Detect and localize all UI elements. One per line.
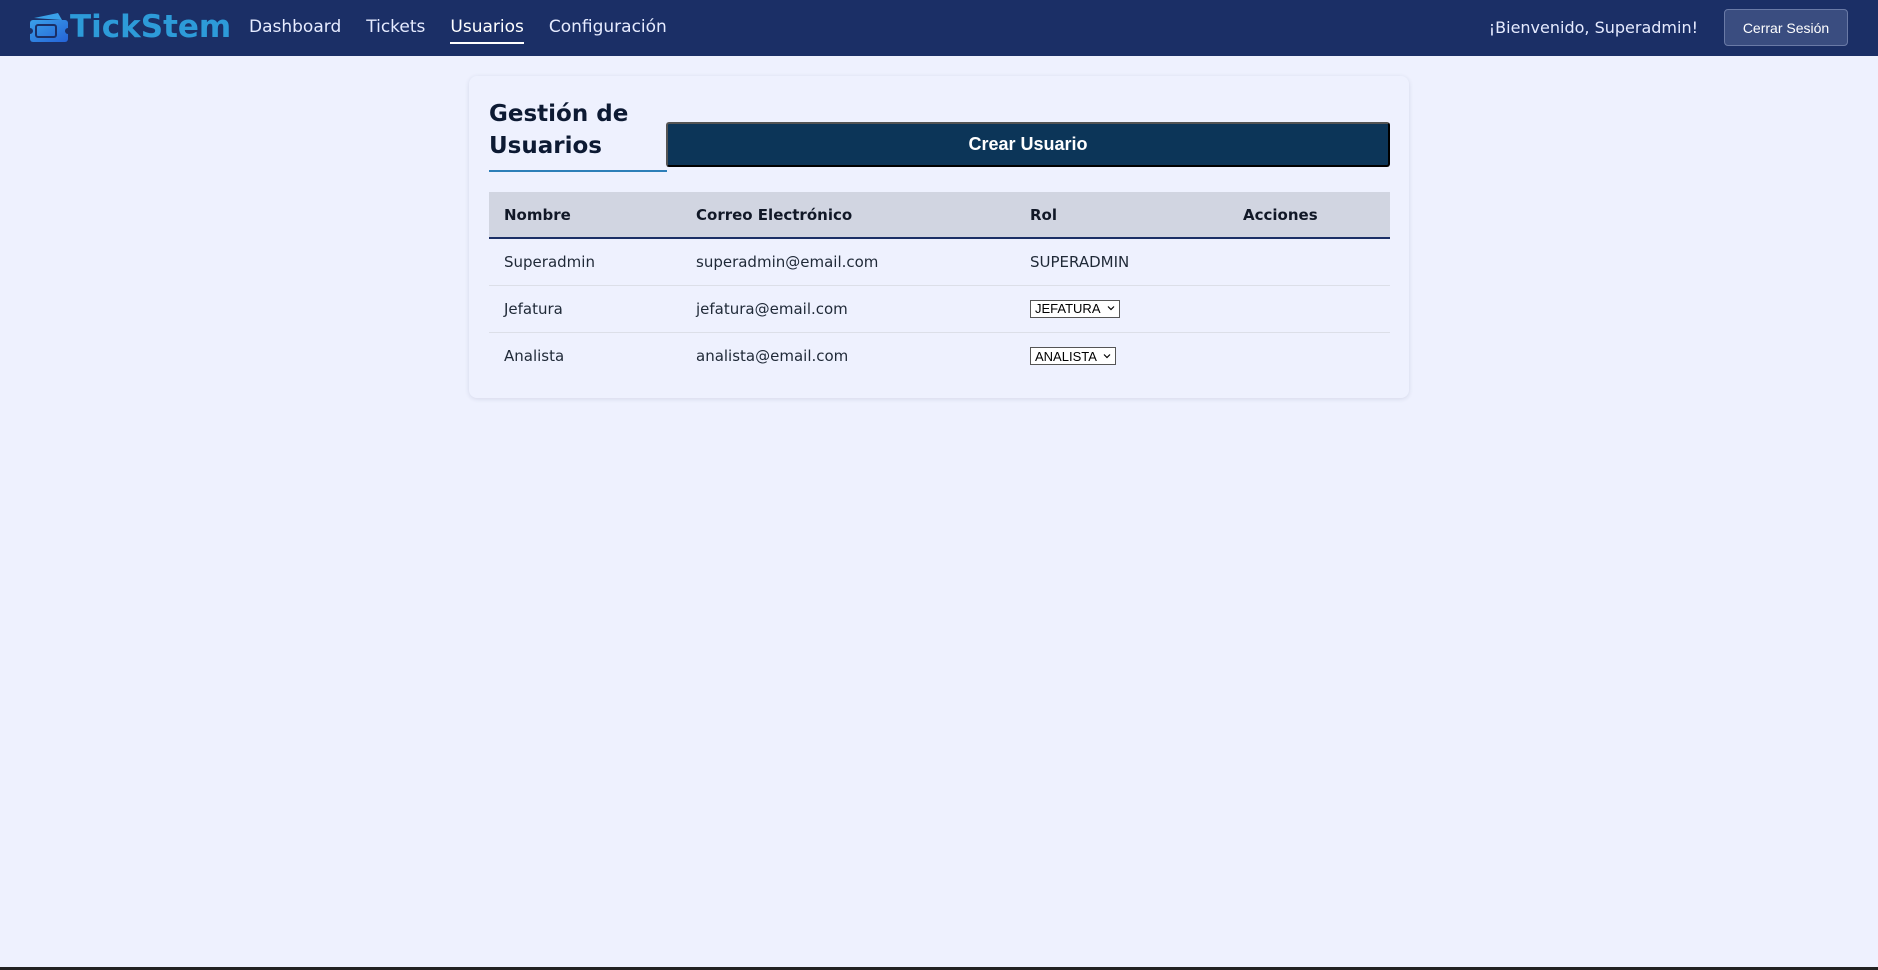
logo-text: TickStem — [70, 9, 232, 45]
column-header-actions: Acciones — [1228, 192, 1390, 239]
column-header-role: Rol — [1015, 192, 1228, 239]
page-title: Gestión de Usuarios — [489, 98, 667, 172]
cell-role: ANALISTA — [1015, 332, 1228, 379]
cell-actions — [1228, 332, 1390, 379]
cell-actions — [1228, 238, 1390, 286]
table-row: Analista analista@email.com ANALISTA — [489, 332, 1390, 379]
table-row: Jefatura jefatura@email.com JEFATURA — [489, 285, 1390, 333]
cell-email: jefatura@email.com — [681, 285, 1015, 333]
app-logo[interactable]: TickStem — [27, 8, 232, 48]
top-navbar: TickStem Dashboard Tickets Usuarios Conf… — [0, 0, 1878, 56]
cell-name: Analista — [504, 346, 565, 365]
users-table: Nombre Correo Electrónico Rol Acciones S… — [489, 192, 1390, 379]
cell-actions — [1228, 285, 1390, 333]
chevron-down-icon — [1103, 352, 1111, 361]
role-select-value: ANALISTA — [1035, 348, 1097, 364]
cell-role: JEFATURA — [1015, 285, 1228, 333]
column-header-name: Nombre — [489, 192, 681, 239]
cell-email: analista@email.com — [696, 346, 849, 365]
cell-role: SUPERADMIN — [1015, 238, 1228, 286]
cell-name: Superadmin — [489, 238, 681, 286]
role-select-value: JEFATURA — [1035, 301, 1101, 317]
nav-item-configuracion[interactable]: Configuración — [549, 17, 667, 39]
nav-item-tickets[interactable]: Tickets — [366, 17, 425, 39]
nav-item-dashboard[interactable]: Dashboard — [249, 17, 341, 39]
column-header-email: Correo Electrónico — [681, 192, 1015, 239]
chevron-down-icon — [1107, 304, 1115, 313]
welcome-message: ¡Bienvenido, Superadmin! — [1488, 18, 1698, 37]
table-row: Superadmin superadmin@email.com SUPERADM… — [489, 238, 1390, 286]
cell-name: Jefatura — [489, 285, 681, 333]
users-card: Gestión de Usuarios Crear Usuario Nombre… — [469, 76, 1409, 398]
ticket-icon — [27, 10, 72, 46]
role-select[interactable]: ANALISTA — [1030, 347, 1116, 365]
role-select[interactable]: JEFATURA — [1030, 299, 1120, 318]
create-user-button[interactable]: Crear Usuario — [666, 122, 1390, 167]
table-header-row: Nombre Correo Electrónico Rol Acciones — [489, 192, 1390, 239]
logout-button[interactable]: Cerrar Sesión — [1724, 9, 1848, 46]
nav-item-usuarios[interactable]: Usuarios — [450, 17, 525, 44]
cell-email: superadmin@email.com — [681, 238, 1015, 286]
main-nav: Dashboard Tickets Usuarios Configuración — [249, 0, 692, 56]
